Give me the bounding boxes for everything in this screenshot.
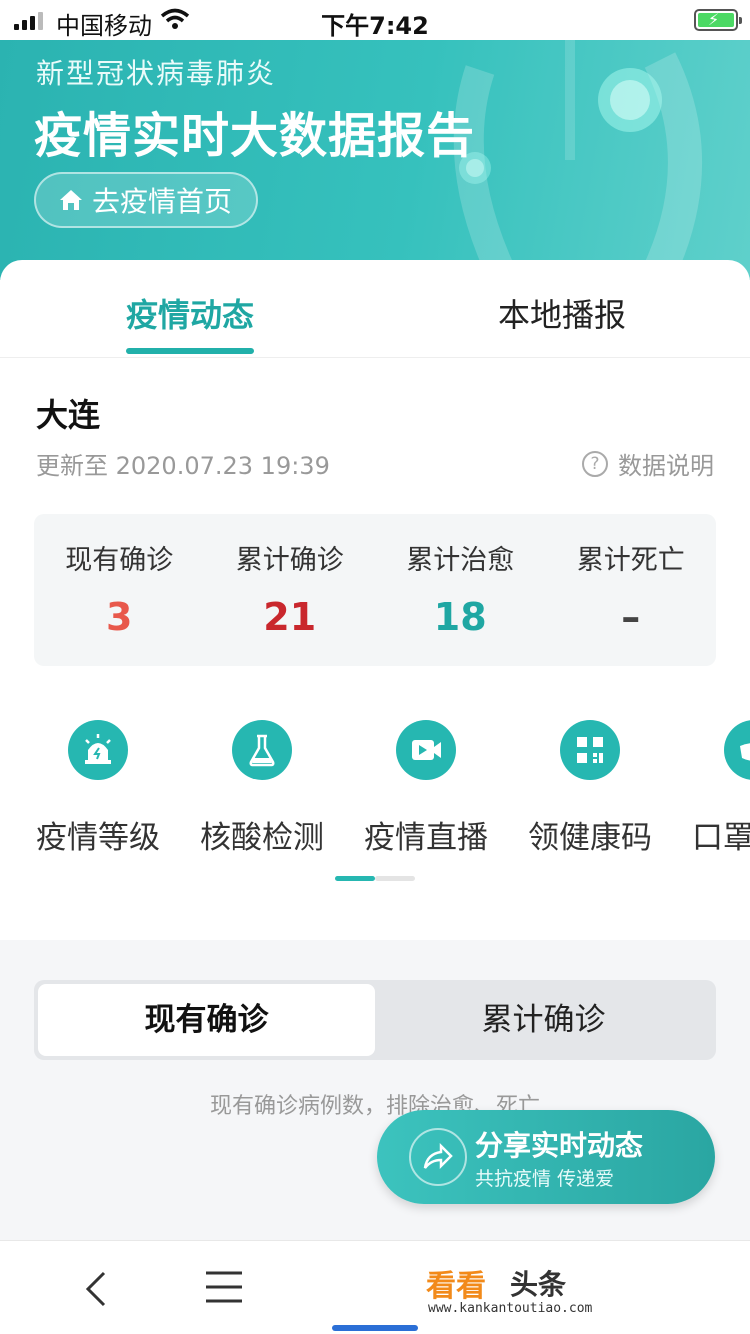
home-icon [60, 190, 82, 210]
service-epidemic-level[interactable]: 疫情等级 [18, 720, 178, 857]
stat-value: 18 [433, 595, 487, 639]
mask-icon [724, 720, 750, 780]
service-label: 疫情等级 [36, 820, 160, 856]
status-bar: 中国移动 下午7:42 ⚡ [0, 0, 750, 40]
share-button[interactable]: 分享实时动态 共抗疫情 传递爱 [377, 1110, 715, 1204]
tab-epidemic-news[interactable]: 疫情动态 [126, 290, 254, 336]
stat-label: 累计治愈 [406, 545, 515, 576]
bottom-nav-bar: 看看 头条 www.kankantoutiao.com [0, 1240, 750, 1334]
header-banner: 新型冠状病毒肺炎 疫情实时大数据报告 去疫情首页 [0, 40, 750, 280]
tab-local-report[interactable]: 本地播报 [498, 290, 626, 336]
service-nucleic-test[interactable]: 核酸检测 [182, 720, 342, 857]
home-indicator [332, 1325, 418, 1331]
stats-panel: 现有确诊 3 累计确诊 21 累计治愈 18 累计死亡 – [34, 514, 716, 666]
city-name: 大连 [36, 396, 101, 434]
home-button-label: 去疫情首页 [92, 185, 233, 218]
share-icon [409, 1128, 467, 1186]
service-health-code[interactable]: 领健康码 [510, 720, 670, 857]
back-arrow-icon[interactable] [78, 1267, 118, 1311]
stat-label: 累计确诊 [235, 545, 344, 576]
service-label: 疫情直播 [364, 820, 488, 856]
stat-value: 3 [106, 595, 133, 639]
banner-subtitle: 新型冠状病毒肺炎 [36, 57, 277, 90]
brand-name-dark: 头条 [510, 1268, 567, 1301]
stat-total-recovered: 累计治愈 18 [375, 514, 546, 666]
stat-label: 累计死亡 [576, 545, 685, 576]
clock: 下午7:42 [321, 12, 429, 40]
main-card: 疫情动态 本地播报 大连 更新至 2020.07.23 19:39 ? 数据说明… [0, 260, 750, 940]
carousel-pager [335, 876, 415, 881]
tab-bar: 疫情动态 本地播报 [0, 260, 750, 358]
question-icon: ? [582, 450, 608, 477]
alarm-icon [68, 720, 128, 780]
epidemic-home-button[interactable]: 去疫情首页 [34, 172, 258, 228]
brand-url: www.kankantoutiao.com [428, 1301, 593, 1316]
service-label: 领健康码 [528, 820, 652, 856]
stat-total-deaths: 累计死亡 – [546, 514, 717, 666]
brand-name-colored: 看看 [426, 1269, 486, 1304]
segment-current-confirmed[interactable]: 现有确诊 [38, 984, 375, 1056]
brand-logo: 看看 头条 www.kankantoutiao.com [426, 1261, 626, 1321]
stat-value: 21 [263, 595, 317, 639]
service-label: 口罩 [692, 820, 750, 856]
service-live-stream[interactable]: 疫情直播 [346, 720, 506, 857]
segment-control: 现有确诊 累计确诊 [34, 980, 716, 1060]
segment-total-confirmed[interactable]: 累计确诊 [375, 984, 712, 1056]
qr-code-icon [560, 720, 620, 780]
data-explanation-link[interactable]: ? 数据说明 [582, 446, 714, 481]
update-time: 更新至 2020.07.23 19:39 [36, 452, 330, 480]
battery-icon: ⚡ [694, 9, 742, 31]
stat-total-confirmed: 累计确诊 21 [205, 514, 376, 666]
page-title: 疫情实时大数据报告 [34, 108, 476, 164]
flask-icon [232, 720, 292, 780]
service-carousel: 疫情等级 核酸检测 疫情直播 领健康码 口罩 [0, 720, 750, 860]
video-icon [396, 720, 456, 780]
stat-label: 现有确诊 [65, 545, 174, 576]
service-masks[interactable]: 口罩 [674, 720, 750, 857]
menu-icon[interactable] [204, 1269, 244, 1305]
active-tab-indicator [126, 348, 254, 354]
data-explanation-label: 数据说明 [618, 452, 714, 480]
share-title: 分享实时动态 [475, 1129, 644, 1162]
share-subtitle: 共抗疫情 传递爱 [475, 1168, 615, 1190]
stat-current-confirmed: 现有确诊 3 [34, 514, 205, 666]
service-label: 核酸检测 [200, 820, 324, 856]
stat-value: – [621, 595, 641, 639]
